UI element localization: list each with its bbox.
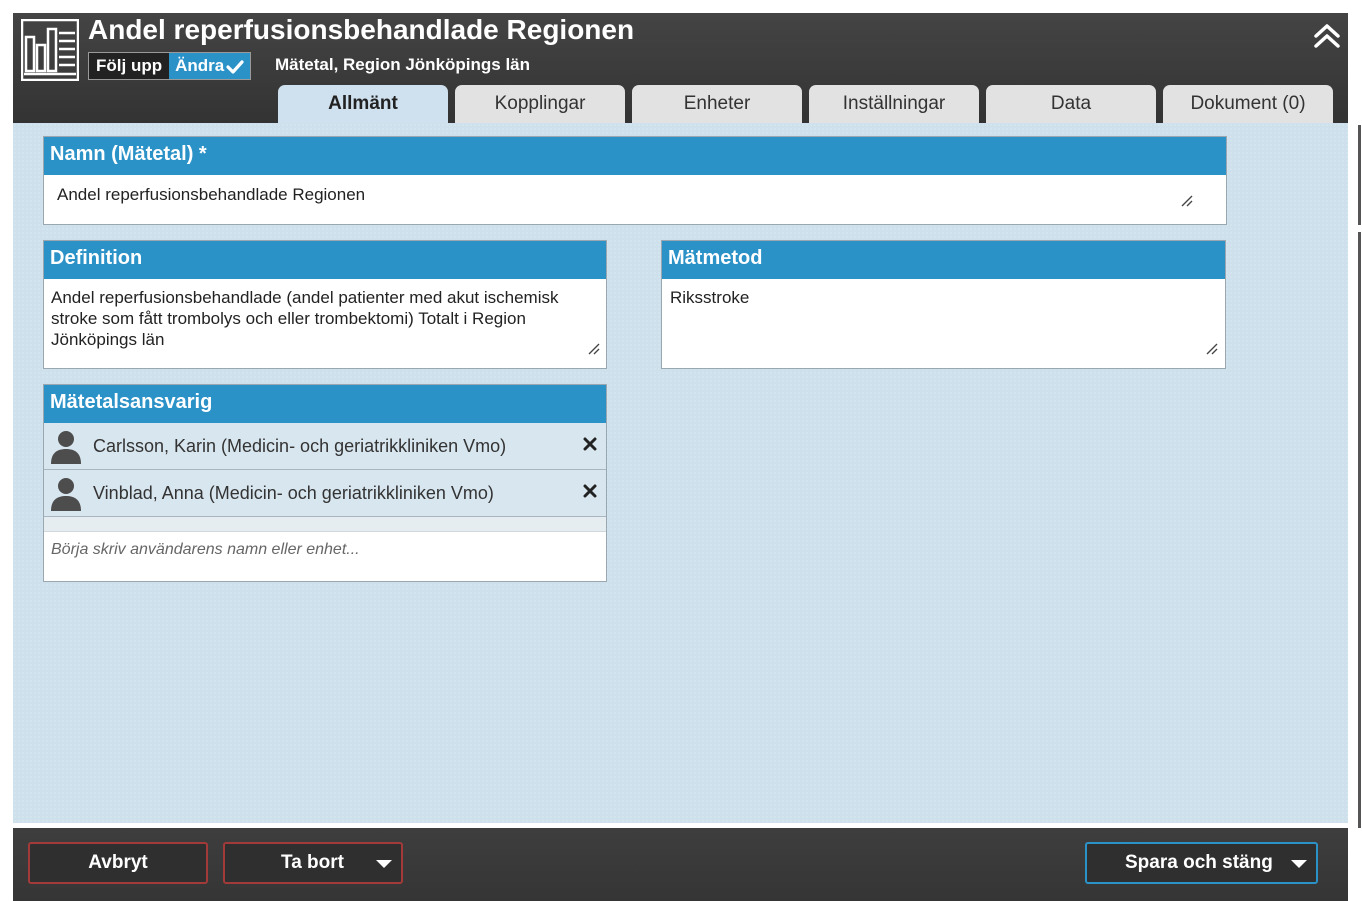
footer-toolbar: Avbryt Ta bort Spara och stäng [13,828,1348,901]
resize-handle-icon[interactable] [587,342,601,356]
cancel-button-label: Avbryt [88,852,148,873]
tab-general[interactable]: Allmänt [278,85,448,123]
follow-up-mode-button[interactable]: Följ upp [89,53,170,79]
tab-data[interactable]: Data [986,85,1156,123]
page-title: Andel reperfusionsbehandlade Regionen [88,14,635,45]
check-icon [226,60,244,74]
user-name: Vinblad, Anna (Medicin- och geriatrikkli… [93,483,494,503]
resize-handle-icon[interactable] [1205,342,1219,356]
user-search-input[interactable] [51,541,591,559]
scrollbar-track[interactable] [1358,232,1361,828]
tab-bar: Allmänt Kopplingar Enheter Inställningar… [278,85,1333,123]
definition-panel: Definition Andel reperfusionsbehandlade … [43,240,607,369]
definition-field[interactable]: Andel reperfusionsbehandlade (andel pati… [51,287,596,350]
method-field[interactable]: Riksstroke [670,287,749,308]
scrollbar-track[interactable] [1358,125,1361,225]
owner-panel-heading: Mätetalsansvarig [44,385,606,423]
tab-settings[interactable]: Inställningar [809,85,979,123]
delete-button[interactable]: Ta bort [223,842,403,884]
caret-down-icon [1291,860,1307,868]
user-name: Carlsson, Karin (Medicin- och geriatrikk… [93,436,507,456]
definition-panel-heading: Definition [44,241,606,279]
tab-documents[interactable]: Dokument (0) [1163,85,1333,123]
follow-up-mode-label: Följ upp [96,56,163,75]
owner-panel: Mätetalsansvarig Carlsson, Karin (Medici… [43,384,607,582]
collapse-up-icon[interactable] [1312,21,1342,51]
header: Andel reperfusionsbehandlade Regionen Fö… [13,13,1348,123]
user-row: Vinblad, Anna (Medicin- och geriatrikkli… [44,470,606,517]
remove-user-icon[interactable] [583,484,597,498]
save-and-close-label: Spara och stäng [1125,852,1273,873]
content-area: Namn (Mätetal) * Andel reperfusionsbehan… [13,123,1348,823]
cancel-button[interactable]: Avbryt [28,842,208,884]
window: Andel reperfusionsbehandlade Regionen Fö… [0,0,1362,901]
caret-down-icon [376,860,392,868]
name-field[interactable]: Andel reperfusionsbehandlade Regionen [57,184,365,205]
user-row: Carlsson, Karin (Medicin- och geriatrikk… [44,423,606,470]
measure-logo-icon [21,19,79,81]
user-avatar-icon [51,478,81,511]
tab-connections[interactable]: Kopplingar [455,85,625,123]
edit-mode-button[interactable]: Ändra [169,53,251,79]
page-subtitle: Mätetal, Region Jönköpings län [275,55,531,74]
save-and-close-button[interactable]: Spara och stäng [1085,842,1318,884]
remove-user-icon[interactable] [583,437,597,451]
resize-handle-icon[interactable] [1180,194,1194,208]
list-separator [44,517,606,532]
method-panel-heading: Mätmetod [662,241,1225,279]
tab-units[interactable]: Enheter [632,85,802,123]
method-panel: Mätmetod Riksstroke [661,240,1226,369]
edit-mode-label: Ändra [175,56,225,75]
name-panel: Namn (Mätetal) * Andel reperfusionsbehan… [43,136,1227,225]
mode-toggle: Följ upp Ändra [88,52,252,80]
user-avatar-icon [51,431,81,464]
delete-button-label: Ta bort [281,852,344,873]
name-panel-heading: Namn (Mätetal) * [44,137,1226,175]
